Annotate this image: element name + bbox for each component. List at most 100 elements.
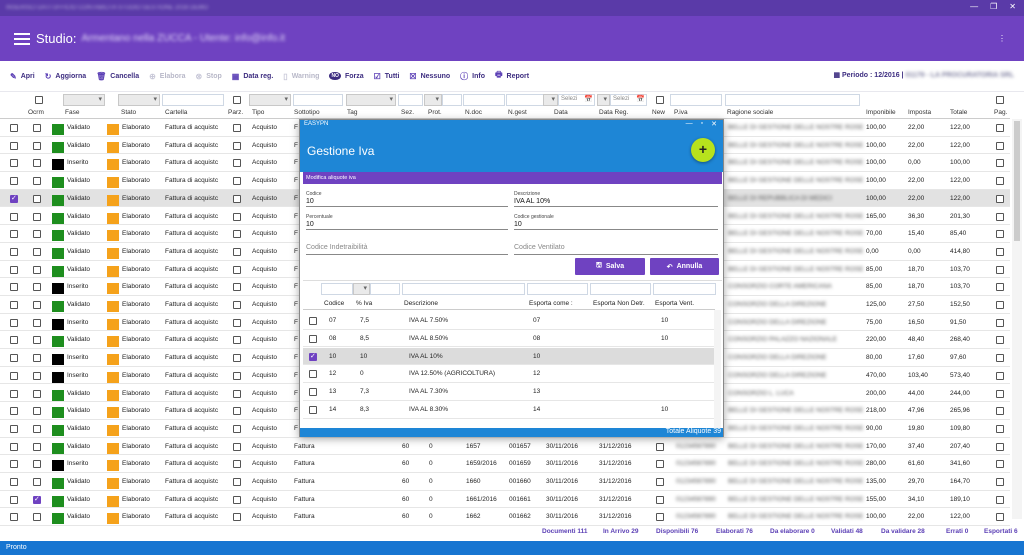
- pag-checkbox[interactable]: [996, 124, 1004, 132]
- dialog-column-header[interactable]: Codice: [324, 300, 344, 307]
- codice-indetraibilita-field[interactable]: Codice Indetraibilità: [306, 238, 508, 255]
- row-select-checkbox[interactable]: [10, 354, 18, 363]
- ocrm-checkbox[interactable]: [33, 442, 41, 451]
- row-select-checkbox[interactable]: [10, 513, 18, 522]
- ocrm-checkbox[interactable]: [33, 212, 41, 221]
- toolbar-cancella-button[interactable]: 🗑 Cancella: [96, 72, 139, 81]
- column-header[interactable]: Ragione sociale: [727, 109, 773, 116]
- toolbar-forza-button[interactable]: NO Forza: [329, 72, 364, 80]
- column-header[interactable]: Tipo: [252, 109, 264, 116]
- row-select-checkbox[interactable]: [10, 124, 18, 132]
- parz-checkbox[interactable]: [233, 265, 241, 274]
- table-row[interactable]: Validato Elaborato Fattura di acquistc Acqu…: [0, 473, 1010, 491]
- column-header[interactable]: Fase: [65, 109, 79, 116]
- pag-checkbox[interactable]: [996, 230, 1004, 239]
- filter-esporta-nd[interactable]: [590, 283, 651, 295]
- parz-checkbox[interactable]: [233, 336, 241, 345]
- column-header[interactable]: Imposta: [908, 109, 931, 116]
- pag-checkbox[interactable]: [996, 513, 1004, 522]
- dialog-column-header[interactable]: Esporta Non Detr.: [593, 300, 645, 307]
- parz-checkbox[interactable]: [233, 442, 241, 451]
- aliquota-row[interactable]: 14 8,3 IVA AL 8.30% 14 10: [303, 401, 715, 419]
- ocrm-checkbox[interactable]: [33, 177, 41, 186]
- aliquota-row[interactable]: 10 10 IVA AL 10% 10: [303, 347, 715, 366]
- column-header[interactable]: N.doc: [465, 109, 482, 116]
- pag-checkbox[interactable]: [996, 247, 1004, 256]
- ocrm-checkbox[interactable]: [33, 424, 41, 433]
- row-select-checkbox[interactable]: [10, 212, 18, 221]
- aliquota-select-checkbox[interactable]: [309, 388, 317, 397]
- column-header[interactable]: Totale: [950, 109, 967, 116]
- aliquota-select-checkbox[interactable]: [309, 406, 317, 414]
- pag-checkbox[interactable]: [996, 318, 1004, 327]
- parz-checkbox[interactable]: [233, 460, 241, 469]
- filter-codice[interactable]: [321, 283, 353, 295]
- toolbar-data-reg-button[interactable]: ▦ Data reg.: [232, 72, 274, 81]
- percentuale-field[interactable]: Percentuale 10: [306, 213, 508, 230]
- codice-gestionale-field[interactable]: Codice gestionale 10: [514, 213, 718, 230]
- filter-checkbox[interactable]: [656, 96, 664, 104]
- column-header[interactable]: Data: [554, 109, 568, 116]
- grid-scrollbar[interactable]: [1012, 119, 1022, 519]
- ocrm-checkbox[interactable]: [33, 194, 41, 203]
- row-select-checkbox[interactable]: [10, 389, 18, 398]
- pag-checkbox[interactable]: [996, 283, 1004, 292]
- parz-checkbox[interactable]: [233, 177, 241, 186]
- row-select-checkbox[interactable]: [10, 194, 18, 203]
- pag-checkbox[interactable]: [996, 265, 1004, 274]
- column-header[interactable]: Ocrm: [28, 109, 44, 116]
- column-header[interactable]: Stato: [121, 109, 136, 116]
- new-checkbox[interactable]: [656, 442, 664, 451]
- dialog-column-header[interactable]: % Iva: [356, 300, 372, 307]
- row-select-checkbox[interactable]: [10, 495, 18, 504]
- aliquota-select-checkbox[interactable]: [309, 334, 317, 343]
- dialog-close-icon[interactable]: ✕: [711, 120, 717, 128]
- ocrm-checkbox[interactable]: [33, 407, 41, 416]
- row-select-checkbox[interactable]: [10, 336, 18, 345]
- filter-input[interactable]: [162, 94, 224, 106]
- filter-checkbox[interactable]: [233, 96, 241, 104]
- annulla-button[interactable]: ↶ Annulla: [650, 258, 719, 275]
- ocrm-checkbox[interactable]: [33, 354, 41, 363]
- toolbar-report-button[interactable]: 🖶 Report: [495, 69, 529, 83]
- ocrm-checkbox[interactable]: [33, 247, 41, 256]
- parz-checkbox[interactable]: [233, 194, 241, 203]
- column-header[interactable]: Tag: [347, 109, 357, 116]
- toolbar-nessuno-button[interactable]: ☒ Nessuno: [409, 72, 450, 81]
- table-row[interactable]: Inserito Elaborato Fattura di acquistc Acqu…: [0, 455, 1010, 473]
- pag-checkbox[interactable]: [996, 442, 1004, 451]
- row-select-checkbox[interactable]: [10, 283, 18, 292]
- filter-input[interactable]: [398, 94, 423, 106]
- new-checkbox[interactable]: [656, 513, 664, 522]
- column-header[interactable]: Sottotipo: [294, 109, 320, 116]
- pag-checkbox[interactable]: [996, 460, 1004, 469]
- row-select-checkbox[interactable]: [10, 407, 18, 416]
- calendar-icon[interactable]: 📅: [584, 95, 593, 103]
- parz-checkbox[interactable]: [233, 230, 241, 239]
- row-select-checkbox[interactable]: [10, 265, 18, 274]
- pag-checkbox[interactable]: [996, 141, 1004, 150]
- filter-input[interactable]: [293, 94, 343, 106]
- parz-checkbox[interactable]: [233, 141, 241, 150]
- row-select-checkbox[interactable]: [10, 159, 18, 168]
- filter-iva-op[interactable]: [353, 283, 370, 295]
- parz-checkbox[interactable]: [233, 318, 241, 327]
- aliquota-row[interactable]: 12 0 IVA 12.50% (AGRICOLTURA) 12: [303, 365, 715, 383]
- parz-checkbox[interactable]: [233, 371, 241, 380]
- pag-checkbox[interactable]: [996, 177, 1004, 186]
- pag-checkbox[interactable]: [996, 194, 1004, 203]
- aliquota-select-checkbox[interactable]: [309, 352, 317, 361]
- ocrm-checkbox[interactable]: [33, 283, 41, 292]
- row-select-checkbox[interactable]: [10, 318, 18, 327]
- row-select-checkbox[interactable]: [10, 247, 18, 256]
- aliquota-row[interactable]: 07 7,5 IVA AL 7.50% 07 10: [303, 312, 715, 330]
- dialog-column-header[interactable]: Esporta Vent.: [655, 300, 694, 307]
- ocrm-checkbox[interactable]: [33, 124, 41, 132]
- filter-dropdown[interactable]: [118, 94, 160, 106]
- filter-date[interactable]: Selezi 📅: [610, 94, 647, 106]
- filter-date[interactable]: Selezi 📅: [558, 94, 595, 106]
- ocrm-checkbox[interactable]: [33, 460, 41, 469]
- parz-checkbox[interactable]: [233, 283, 241, 292]
- descrizione-field[interactable]: Descrizione IVA AL 10%: [514, 190, 718, 207]
- pag-checkbox[interactable]: [996, 301, 1004, 309]
